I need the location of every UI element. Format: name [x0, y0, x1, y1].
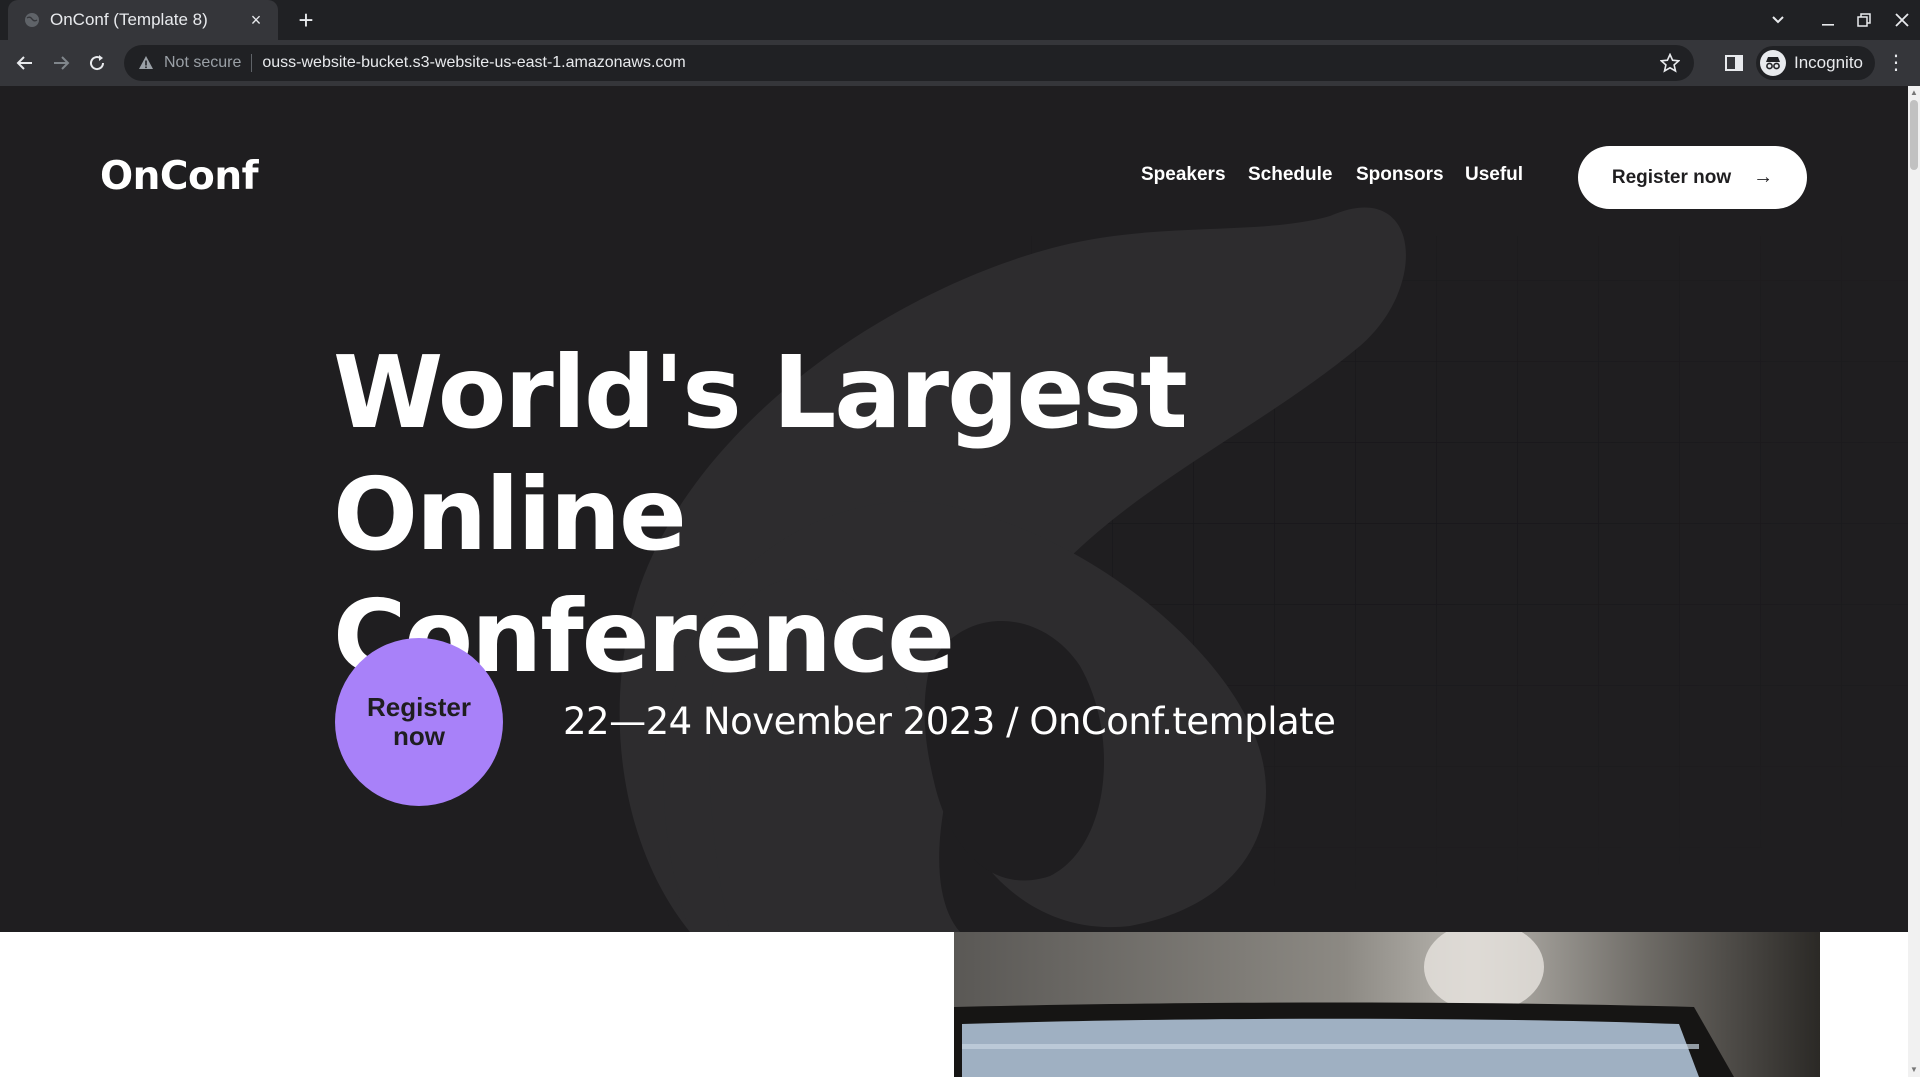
forward-icon[interactable] [46, 48, 76, 78]
minimize-icon[interactable] [1810, 0, 1846, 40]
security-status[interactable]: Not secure [164, 54, 241, 72]
page-viewport: OnConf Speakers Schedule Sponsors Useful… [0, 86, 1908, 1077]
tab-strip: OnConf (Template 8) × + [0, 0, 1920, 40]
hero-register-label-1: Register [366, 692, 472, 722]
hero-headline: World's Largest Online Conference [333, 332, 1533, 698]
incognito-icon [1760, 50, 1786, 76]
scroll-up-icon[interactable]: ▲ [1910, 89, 1918, 97]
back-icon[interactable] [10, 48, 40, 78]
scrollbar-thumb[interactable] [1910, 100, 1918, 170]
tab-search-icon[interactable] [1760, 0, 1796, 40]
browser-tab[interactable]: OnConf (Template 8) × [8, 0, 278, 40]
page-scrollbar[interactable]: ▲ ▼ [1908, 86, 1920, 1077]
nav-sponsors[interactable]: Sponsors [1356, 164, 1444, 186]
close-tab-icon[interactable]: × [246, 10, 266, 31]
hero-register-label-2: now [392, 721, 445, 751]
event-dateline: 22—24 November 2023 / OnConf.template [563, 700, 1336, 743]
arrow-right-icon: → [1753, 166, 1774, 188]
scroll-down-icon[interactable]: ▼ [1910, 1066, 1918, 1074]
warning-icon [139, 56, 153, 69]
incognito-label: Incognito [1794, 53, 1863, 72]
headline-line-1: World's Largest Online [333, 334, 1188, 573]
header-register-button[interactable]: Register now → [1578, 146, 1807, 209]
url-text[interactable]: ouss-website-bucket.s3-website-us-east-1… [262, 54, 685, 72]
bookmark-star-icon[interactable] [1660, 53, 1680, 73]
hero-register-button[interactable]: Register now [335, 638, 503, 806]
address-bar[interactable]: Not secure ouss-website-bucket.s3-websit… [124, 45, 1694, 81]
site-logo[interactable]: OnConf [100, 154, 259, 199]
laptop-photo [954, 932, 1820, 1077]
hero-section: OnConf Speakers Schedule Sponsors Useful… [0, 86, 1908, 932]
browser-menu-icon[interactable]: ⋮ [1886, 52, 1906, 74]
globe-icon [25, 13, 39, 27]
photo-placeholder [954, 932, 1820, 1077]
browser-toolbar: Not secure ouss-website-bucket.s3-websit… [0, 40, 1920, 86]
close-window-icon[interactable] [1884, 0, 1920, 40]
tab-title: OnConf (Template 8) [50, 10, 208, 29]
restore-icon[interactable] [1846, 0, 1882, 40]
nav-speakers[interactable]: Speakers [1141, 164, 1226, 186]
nav-schedule[interactable]: Schedule [1248, 164, 1332, 186]
side-panel-icon[interactable] [1724, 53, 1744, 73]
omnibox-divider [251, 54, 253, 72]
new-tab-button[interactable]: + [292, 6, 320, 34]
incognito-profile-button[interactable]: Incognito [1756, 46, 1875, 80]
header-register-label: Register now [1611, 166, 1732, 188]
reload-icon[interactable] [82, 48, 112, 78]
nav-useful[interactable]: Useful [1465, 164, 1523, 186]
